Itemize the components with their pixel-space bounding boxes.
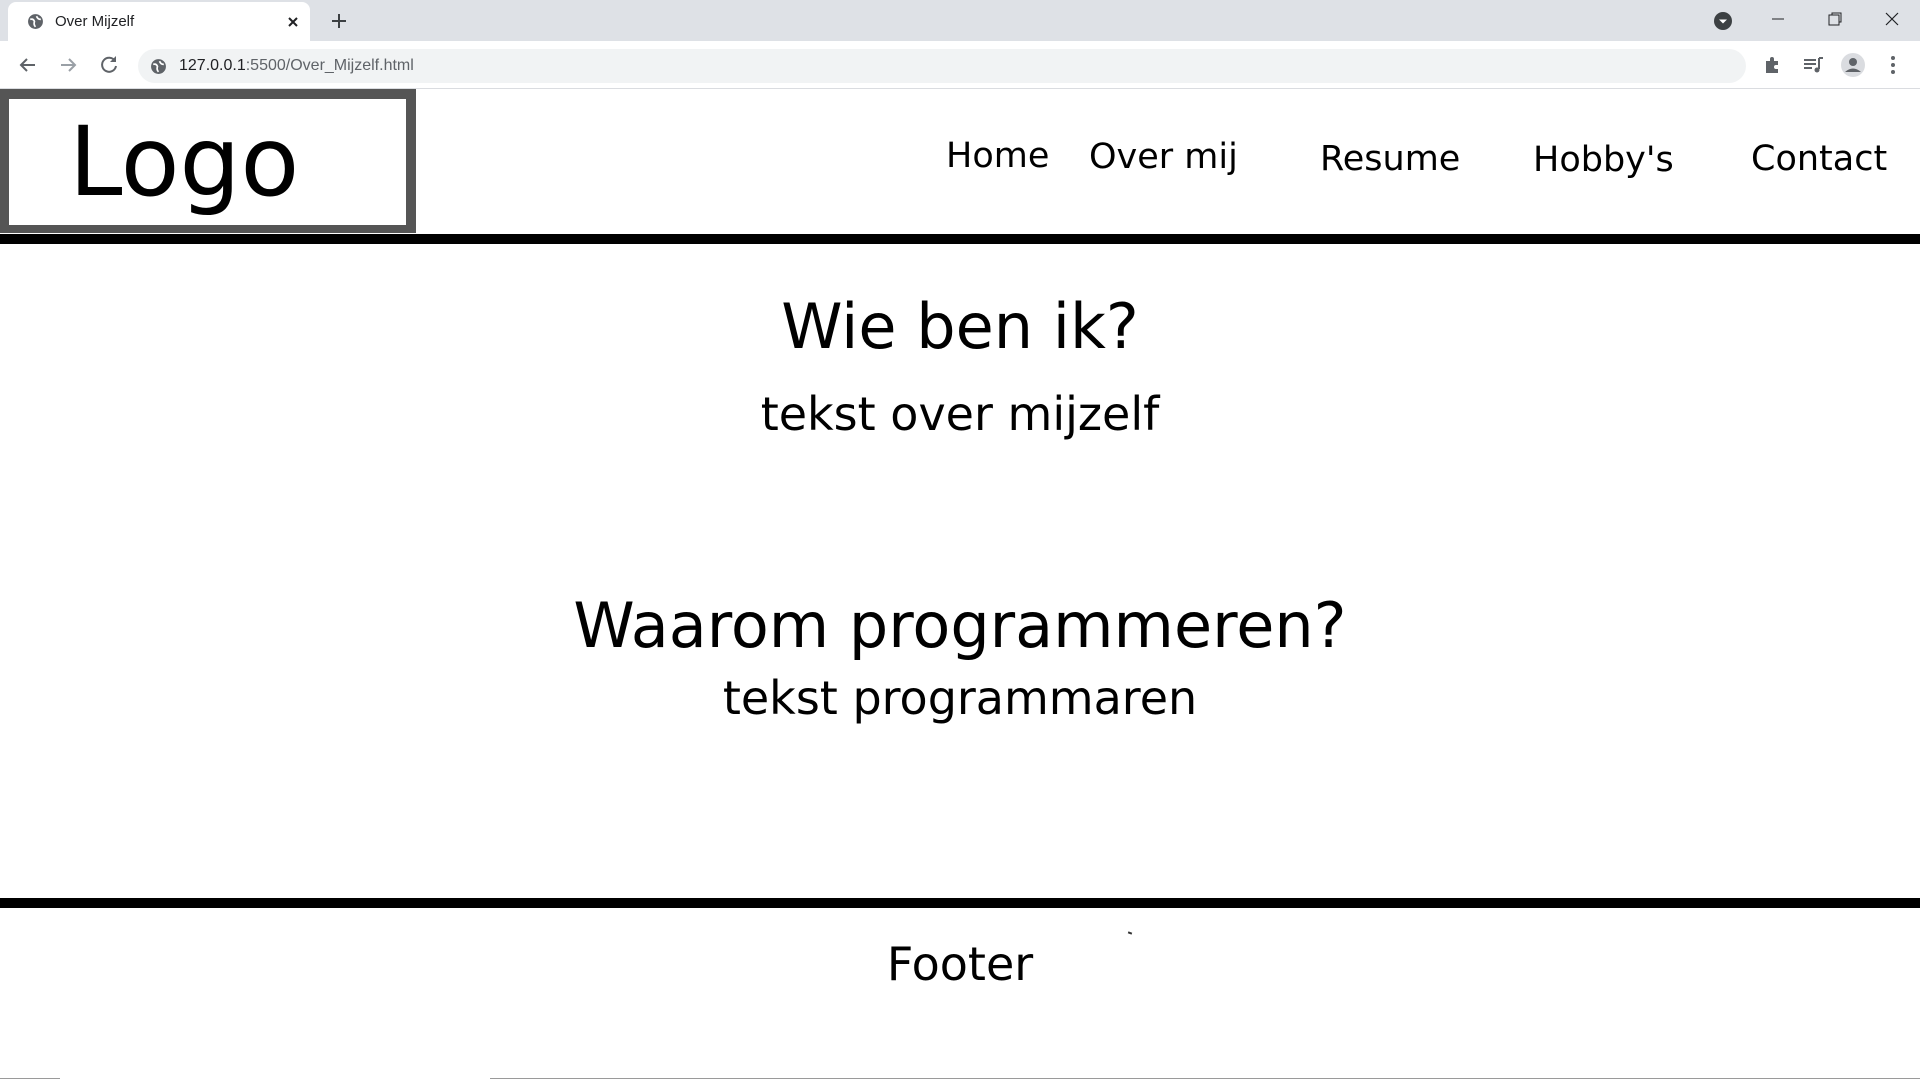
- globe-icon[interactable]: [150, 58, 167, 75]
- browser-toolbar: 127.0.0.1:5500/Over_Mijzelf.html: [0, 41, 1920, 89]
- heading-wie-ben-ik: Wie ben ik?: [781, 290, 1139, 363]
- restore-icon: [1828, 12, 1842, 26]
- forward-arrow-icon[interactable]: [54, 51, 82, 79]
- nav-link-resume[interactable]: Resume: [1320, 139, 1460, 179]
- reload-icon[interactable]: [95, 51, 123, 79]
- close-icon[interactable]: [283, 12, 303, 32]
- tab-title: Over Mijzelf: [55, 13, 135, 30]
- bottom-line-segment: [490, 1078, 1920, 1079]
- nav-link-contact[interactable]: Contact: [1751, 139, 1887, 179]
- close-icon: [1885, 12, 1899, 26]
- tab-strip: Over Mijzelf: [0, 0, 1920, 41]
- close-window-button[interactable]: [1872, 4, 1912, 34]
- stray-mark: [1127, 931, 1133, 935]
- nav-link-home[interactable]: Home: [946, 136, 1049, 176]
- nav-link-over-mij[interactable]: Over mij: [1089, 137, 1238, 177]
- profile-icon[interactable]: [1840, 52, 1866, 78]
- url-path: :5500/Over_Mijzelf.html: [245, 57, 414, 74]
- browser-tab[interactable]: Over Mijzelf: [8, 2, 310, 41]
- logo-box: Logo: [0, 89, 416, 233]
- restore-button[interactable]: [1815, 4, 1855, 34]
- nav-link-hobbys[interactable]: Hobby's: [1533, 140, 1674, 180]
- heading-waarom-programmeren: Waarom programmeren?: [573, 589, 1347, 662]
- footer-text: Footer: [886, 937, 1034, 991]
- logo-text: Logo: [69, 106, 300, 218]
- header-divider: [0, 234, 1920, 244]
- web-page: Logo Home Over mij Resume Hobby's Contac…: [0, 89, 1920, 1080]
- logo-inner: Logo: [9, 99, 406, 225]
- media-queue-icon[interactable]: [1800, 52, 1826, 78]
- text-programmaren: tekst programmaren: [722, 671, 1198, 725]
- address-bar[interactable]: 127.0.0.1:5500/Over_Mijzelf.html: [138, 49, 1746, 83]
- bottom-line-segment: [0, 1078, 60, 1079]
- footer-divider: [0, 898, 1920, 908]
- back-arrow-icon[interactable]: [14, 51, 42, 79]
- url-host: 127.0.0.1: [179, 57, 246, 74]
- url-text[interactable]: 127.0.0.1:5500/Over_Mijzelf.html: [179, 57, 414, 75]
- plus-icon[interactable]: [327, 9, 351, 33]
- globe-icon: [28, 14, 43, 29]
- minimize-icon: [1772, 18, 1784, 20]
- text-over-mijzelf: tekst over mijzelf: [760, 387, 1160, 441]
- puzzle-icon[interactable]: [1760, 52, 1786, 78]
- kebab-menu-icon[interactable]: [1880, 52, 1906, 78]
- tab-search-icon[interactable]: [1712, 10, 1734, 32]
- minimize-button[interactable]: [1758, 4, 1798, 34]
